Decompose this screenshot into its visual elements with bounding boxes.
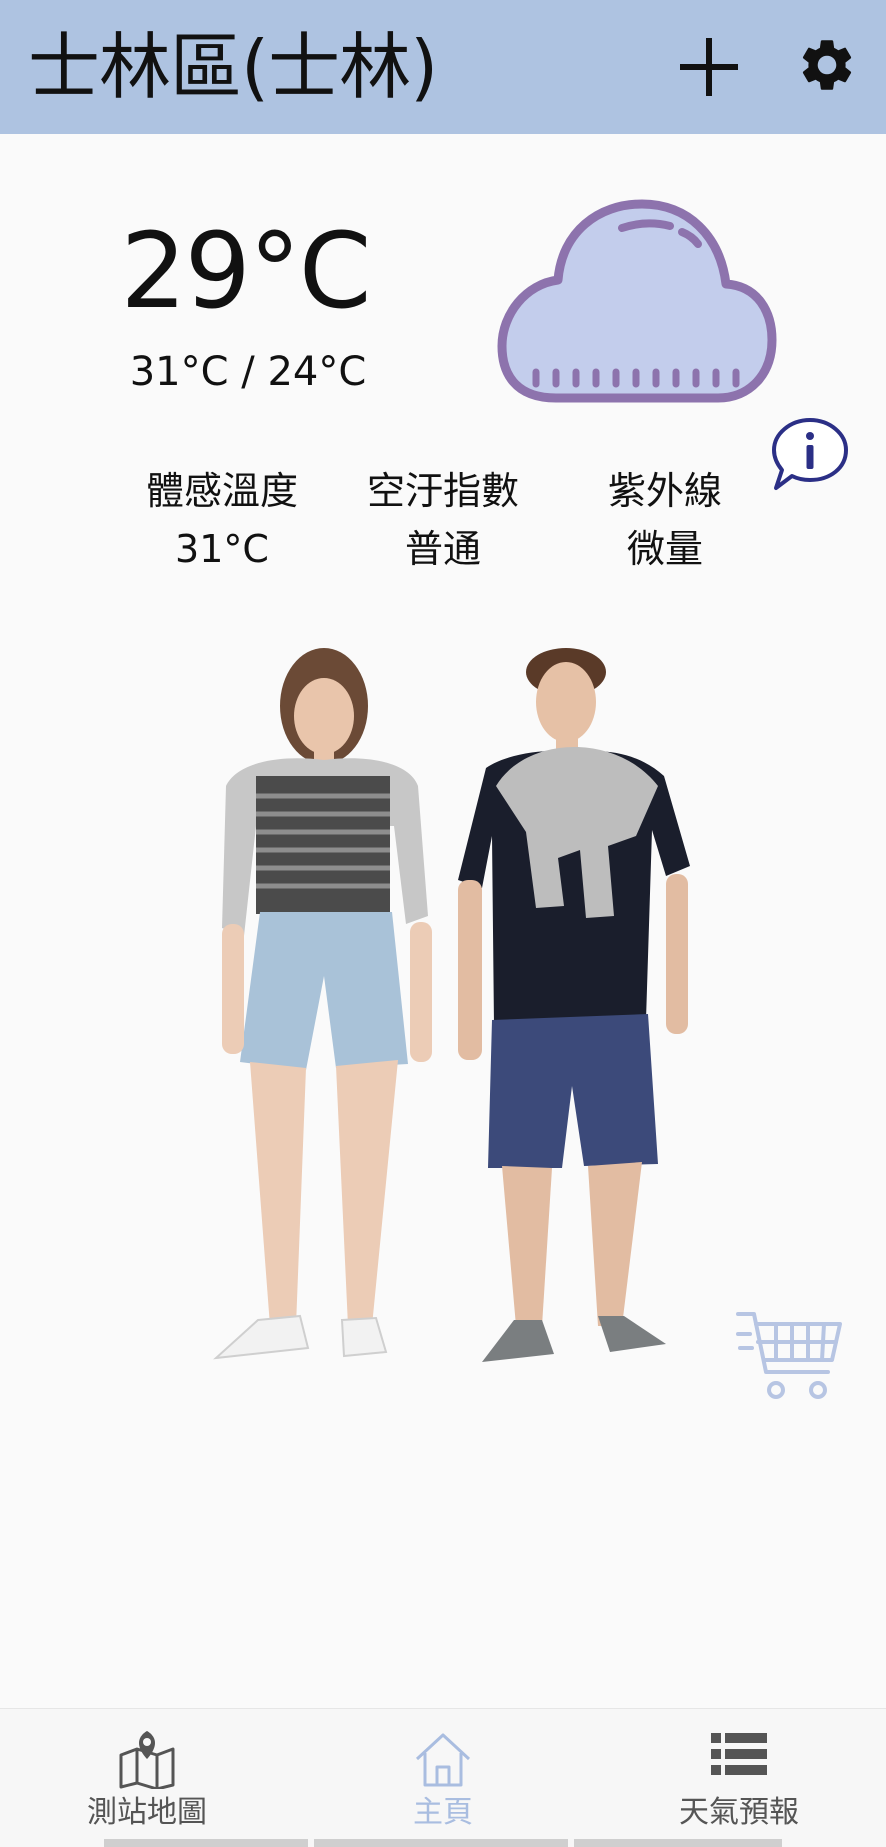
male-model — [458, 648, 690, 1362]
stat-value: 微量 — [626, 527, 703, 571]
nav-indicator-divider — [104, 1839, 308, 1847]
stat-label: 體感溫度 — [145, 469, 298, 513]
outfit-models-image — [213, 648, 690, 1362]
nav-indicator-divider — [314, 1839, 568, 1847]
uv-index-stat: 紫外線 微量 — [565, 462, 765, 578]
shopping-cart-icon[interactable] — [736, 1308, 844, 1404]
stat-value: 31°C — [175, 527, 269, 571]
nav-item-station-map[interactable]: 測站地圖 — [22, 1709, 272, 1847]
map-pin-icon — [119, 1731, 175, 1789]
stat-label: 紫外線 — [607, 469, 722, 513]
temperature-range: 31°C / 24°C — [129, 349, 367, 395]
nav-item-home[interactable]: 主頁 — [318, 1709, 568, 1847]
list-icon — [711, 1733, 767, 1775]
home-icon — [415, 1733, 471, 1787]
air-quality-stat: 空汙指數 普通 — [343, 462, 543, 578]
stat-value: 普通 — [404, 527, 481, 571]
app-header: 士林區(士林) — [0, 0, 886, 134]
stat-label: 空汙指數 — [366, 469, 519, 513]
female-model — [213, 648, 432, 1360]
location-title[interactable]: 士林區(士林) — [28, 22, 438, 112]
plus-icon[interactable] — [676, 34, 742, 100]
feels-like-stat: 體感溫度 31°C — [122, 462, 322, 578]
nav-item-forecast[interactable]: 天氣預報 — [614, 1709, 864, 1847]
cloud-icon — [497, 199, 777, 403]
nav-label: 測站地圖 — [87, 1795, 207, 1830]
nav-label: 天氣預報 — [679, 1795, 799, 1830]
current-temperature: 29°C — [120, 210, 372, 332]
info-speech-bubble-icon[interactable] — [770, 416, 850, 492]
nav-label: 主頁 — [413, 1795, 473, 1830]
gear-icon[interactable] — [796, 34, 858, 96]
bottom-navigation: 測站地圖 主頁 天氣預報 — [0, 1708, 886, 1847]
nav-indicator-divider — [574, 1839, 782, 1847]
